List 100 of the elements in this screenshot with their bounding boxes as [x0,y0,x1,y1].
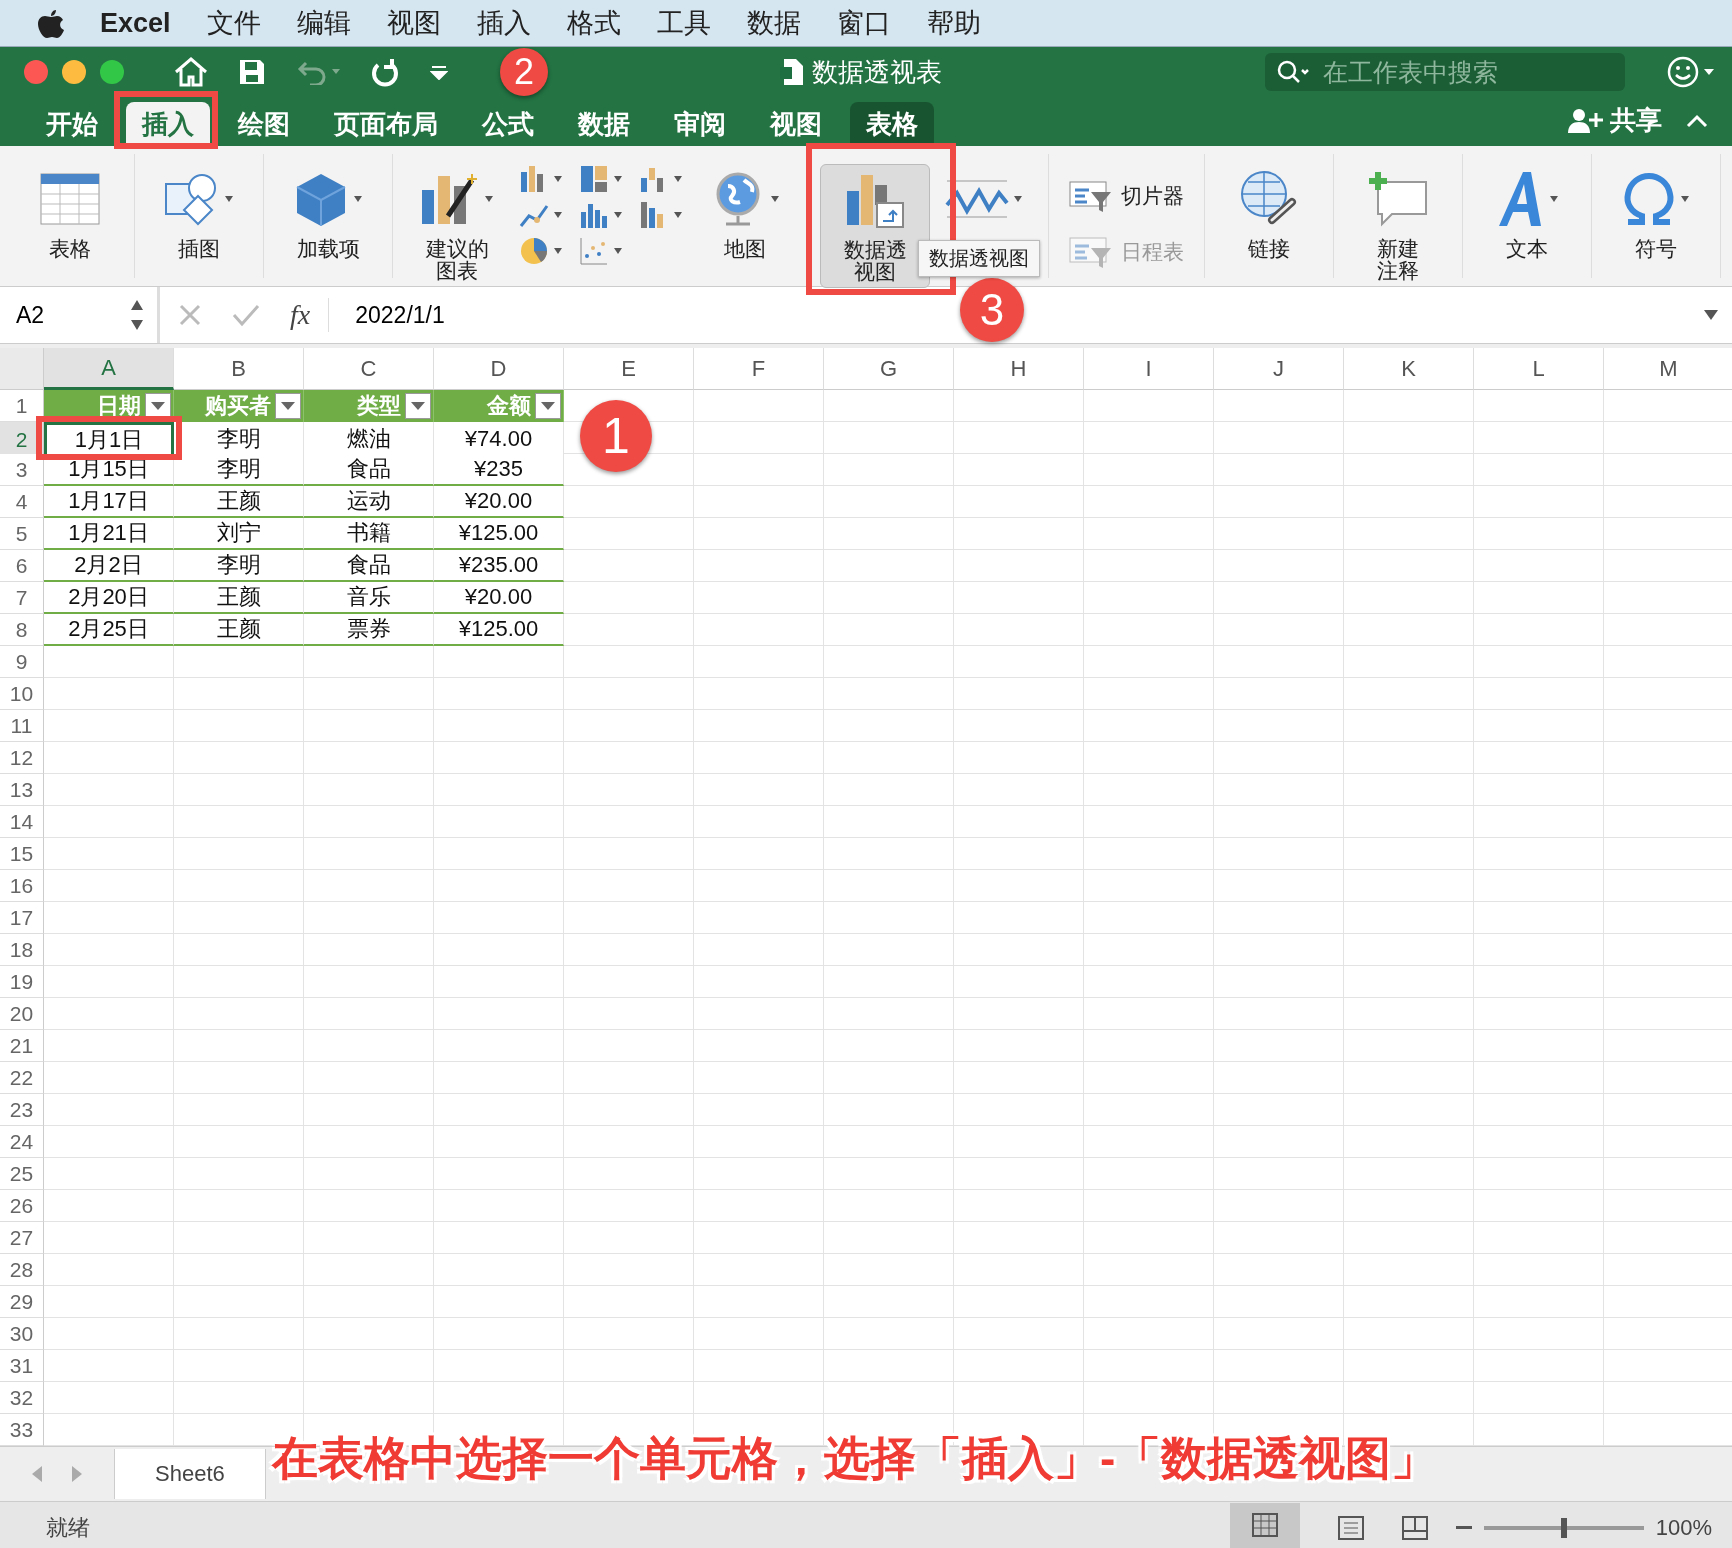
column-header[interactable]: B [174,348,304,390]
row-header[interactable]: 7 [0,582,44,614]
row-header[interactable]: 16 [0,870,44,902]
menu-item[interactable]: 编辑 [296,5,351,41]
smiley-icon[interactable] [1666,55,1716,89]
row-header[interactable]: 28 [0,1254,44,1286]
column-header[interactable]: H [954,348,1084,390]
row-header[interactable]: 17 [0,902,44,934]
ribbon-tab[interactable]: 表格 [850,102,934,146]
menu-item[interactable]: 视图 [386,5,441,41]
column-header[interactable]: A [44,348,174,390]
ribbon-button[interactable]: 符号 [1602,164,1710,265]
home-icon[interactable] [174,57,208,87]
row-header[interactable]: 15 [0,838,44,870]
row-header[interactable]: 24 [0,1126,44,1158]
app-menu[interactable]: Excel [100,7,171,39]
ribbon-button[interactable]: 新建注释 [1344,164,1452,287]
row-header[interactable]: 6 [0,550,44,582]
column-header[interactable]: G [824,348,954,390]
zoom-out-icon[interactable] [1455,1525,1472,1530]
row-header[interactable]: 22 [0,1062,44,1094]
customize-icon[interactable] [430,64,448,80]
filter-dropdown-button[interactable] [275,393,301,419]
ribbon-button[interactable]: 切片器 [1069,178,1184,214]
ribbon-tab[interactable]: 页面布局 [318,102,454,146]
menu-item[interactable]: 文件 [206,5,261,41]
function-button[interactable]: fx [290,299,311,331]
menu-item[interactable]: 插入 [476,5,531,41]
page-break-icon[interactable] [1401,1515,1428,1540]
row-header[interactable]: 18 [0,934,44,966]
filter-dropdown-button[interactable] [535,393,561,419]
ribbon-button[interactable]: 插图 [145,164,253,265]
redo-icon[interactable] [370,57,400,87]
ribbon-tab[interactable]: 公式 [466,102,550,146]
apple-logo-icon[interactable] [38,8,64,38]
column-header[interactable]: I [1084,348,1214,390]
row-header[interactable]: 29 [0,1286,44,1318]
formula-field[interactable]: 2022/1/1 [355,301,445,329]
ribbon-button[interactable]: 地图 [691,164,799,265]
row-header[interactable]: 14 [0,806,44,838]
row-header[interactable]: 26 [0,1190,44,1222]
page-layout-icon[interactable] [1337,1515,1364,1540]
ribbon-tab[interactable]: 数据 [562,102,646,146]
ribbon-tab[interactable]: 插入 [126,102,210,146]
row-header[interactable]: 27 [0,1222,44,1254]
column-header[interactable]: L [1474,348,1604,390]
menu-item[interactable]: 数据 [746,5,801,41]
column-header[interactable]: K [1344,348,1474,390]
row-header[interactable]: 3 [0,454,44,486]
row-header[interactable]: 1 [0,390,44,422]
ribbon-tab[interactable]: 开始 [30,102,114,146]
ribbon-tab[interactable]: 审阅 [658,102,742,146]
ribbon-button[interactable]: 链接 [1215,164,1323,265]
row-header[interactable]: 33 [0,1414,44,1446]
row-header[interactable]: 19 [0,966,44,998]
row-header[interactable]: 5 [0,518,44,550]
filter-dropdown-button[interactable] [405,393,431,419]
row-header[interactable]: 10 [0,678,44,710]
row-header[interactable]: 11 [0,710,44,742]
row-header[interactable]: 20 [0,998,44,1030]
search-field[interactable]: 在工作表中搜索 [1265,53,1625,91]
row-header[interactable]: 31 [0,1350,44,1382]
share-button[interactable]: 共享 [1568,103,1662,138]
ribbon-tab[interactable]: 视图 [754,102,838,146]
ribbon-button[interactable]: 加载项 [274,164,382,265]
normal-view-button[interactable] [1229,1502,1300,1548]
row-header[interactable]: 30 [0,1318,44,1350]
row-header[interactable]: 25 [0,1158,44,1190]
column-header[interactable]: C [304,348,434,390]
menu-item[interactable]: 窗口 [836,5,891,41]
sheet-tab[interactable]: Sheet6 [114,1449,266,1499]
row-header[interactable]: 9 [0,646,44,678]
row-header[interactable]: 4 [0,486,44,518]
collapse-icon[interactable] [1686,113,1708,128]
filter-dropdown-button[interactable] [145,393,171,419]
treemap-chart-icon[interactable] [579,164,609,194]
row-header[interactable]: 12 [0,742,44,774]
row-header[interactable]: 13 [0,774,44,806]
row-header[interactable]: 23 [0,1094,44,1126]
column-header[interactable]: J [1214,348,1344,390]
minimize-button[interactable] [62,60,86,84]
column-header[interactable]: E [564,348,694,390]
row-header[interactable]: 8 [0,614,44,646]
row-header[interactable]: 32 [0,1382,44,1414]
column-header[interactable]: D [434,348,564,390]
menu-item[interactable]: 工具 [656,5,711,41]
ribbon-button[interactable]: 表格 [16,164,124,265]
menu-item[interactable]: 帮助 [926,5,981,41]
ribbon-button[interactable]: 数据透视图 [820,164,930,289]
save-icon[interactable] [238,58,266,86]
ribbon-tab[interactable]: 绘图 [222,102,306,146]
ribbon-button[interactable]: 文本 [1473,164,1581,265]
scatter-chart-icon[interactable] [579,236,609,266]
pie-chart-icon[interactable] [519,236,549,266]
zoom-button[interactable] [100,60,124,84]
menu-item[interactable]: 格式 [566,5,621,41]
column-header[interactable]: F [694,348,824,390]
search-icon[interactable] [1277,60,1311,84]
ribbon-button[interactable]: 建议的图表 [403,164,511,287]
row-header[interactable]: 21 [0,1030,44,1062]
